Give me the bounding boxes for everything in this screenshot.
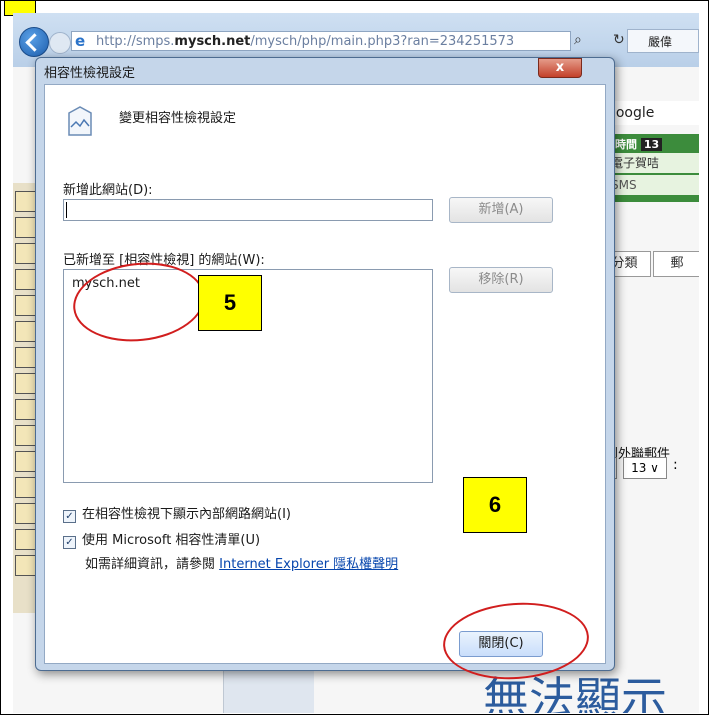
step-5-label: 5: [198, 275, 262, 331]
toolbar-icon: [15, 503, 36, 524]
toolbar-icon: [15, 451, 36, 472]
ms-list-checkbox-row[interactable]: ✓ 使用 Microsoft 相容性清單(U): [63, 529, 260, 549]
intranet-checkbox-label: 在相容性檢視下顯示內部網路網站(I): [82, 507, 291, 522]
add-site-input[interactable]: [63, 199, 433, 221]
ie-icon: e: [75, 32, 86, 50]
system-time-value: 13: [640, 138, 663, 151]
toolbar-icon: [15, 529, 36, 550]
ms-list-checkbox[interactable]: ✓: [63, 536, 76, 549]
intranet-checkbox[interactable]: ✓: [63, 510, 76, 523]
dialog-body: 變更相容性檢視設定 新增此網站(D): 新增(A) 已新增至 [相容性檢視] 的…: [44, 84, 606, 664]
background-strip: [223, 667, 314, 713]
info-line: 如需詳細資訊，請參閱 Internet Explorer 隱私權聲明: [85, 553, 398, 572]
browser-tab[interactable]: 嚴偉: [627, 29, 699, 53]
toolbar-icon: [15, 217, 36, 238]
dialog-header-text: 變更相容性檢視設定: [119, 111, 237, 126]
search-icon[interactable]: ⌕: [574, 32, 582, 48]
toolbar-icon: [15, 295, 36, 316]
tab-mail[interactable]: 郵: [653, 251, 699, 277]
toolbar-icon: [15, 373, 36, 394]
privacy-statement-link[interactable]: Internet Explorer 隱私權聲明: [219, 557, 398, 572]
screenshot-region: http://smps.mysch.net/mysch/php/main.php…: [13, 13, 699, 713]
address-suffix: /mysch/php/main.php3?ran=234251573: [250, 34, 515, 49]
info-prefix: 如需詳細資訊，請參閱: [85, 557, 216, 572]
toolbar-icon: [15, 555, 36, 576]
forward-button[interactable]: [49, 32, 71, 54]
select-minute[interactable]: 13 ∨: [623, 457, 667, 479]
remove-button[interactable]: 移除(R): [449, 267, 553, 293]
reload-icon[interactable]: ↻: [613, 32, 625, 48]
compat-view-icon: [68, 106, 92, 136]
address-bar[interactable]: http://smps.mysch.net/mysch/php/main.php…: [71, 31, 571, 51]
compat-view-dialog: 相容性檢視設定 x 變更相容性檢視設定 新增此網站(D): 新增(A) 已新增至…: [35, 57, 615, 671]
text-caret: [66, 202, 67, 218]
toolbar-icon: [15, 243, 36, 264]
toolbar-icon: [15, 347, 36, 368]
toolbar-icon: [15, 321, 36, 342]
toolbar-icon: [15, 269, 36, 290]
time-separator: :: [673, 457, 678, 473]
dialog-close-x-button[interactable]: x: [538, 58, 582, 78]
toolbar-icon: [15, 191, 36, 212]
back-button[interactable]: [19, 27, 49, 57]
add-site-label: 新增此網站(D):: [63, 183, 153, 198]
step-6-label: 6: [463, 477, 527, 533]
dialog-title: 相容性檢視設定: [44, 66, 136, 81]
toolbar-icon: [15, 477, 36, 498]
toolbar-icon: [15, 425, 36, 446]
ms-list-checkbox-label: 使用 Microsoft 相容性清單(U): [82, 533, 261, 548]
toolbar-icon: [15, 399, 36, 420]
add-button[interactable]: 新增(A): [449, 197, 553, 223]
intranet-checkbox-row[interactable]: ✓ 在相容性檢視下顯示內部網路網站(I): [63, 503, 291, 523]
background-left-toolbar: [13, 183, 37, 613]
address-domain: mysch.net: [174, 34, 251, 49]
address-prefix: http://smps.: [96, 34, 175, 49]
